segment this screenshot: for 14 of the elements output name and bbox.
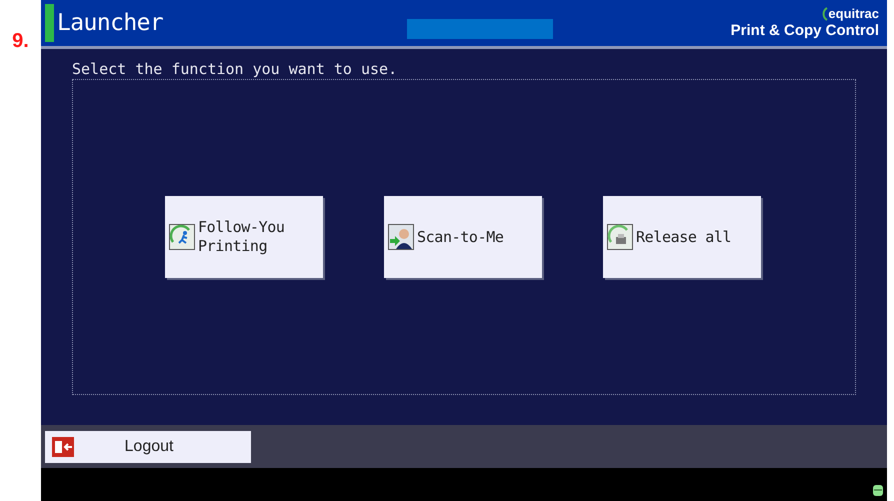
running-figure-icon: [169, 224, 195, 250]
exit-door-icon: [52, 436, 74, 456]
instruction-text: Select the function you want to use.: [72, 59, 398, 79]
cylinder-icon: [873, 484, 883, 497]
product-name: Print & Copy Control: [730, 22, 879, 40]
printer-icon: [607, 224, 633, 250]
brand-name: equitrac: [828, 6, 879, 22]
logout-button[interactable]: Logout: [45, 430, 251, 462]
title-accent-bar: [45, 4, 54, 42]
function-button[interactable]: Scan-to-Me: [384, 196, 542, 278]
figure-label: 9.: [12, 29, 29, 54]
window-title: Launcher: [57, 8, 164, 38]
function-button[interactable]: Follow-You Printing: [165, 196, 323, 278]
function-button[interactable]: Release all: [603, 196, 761, 278]
